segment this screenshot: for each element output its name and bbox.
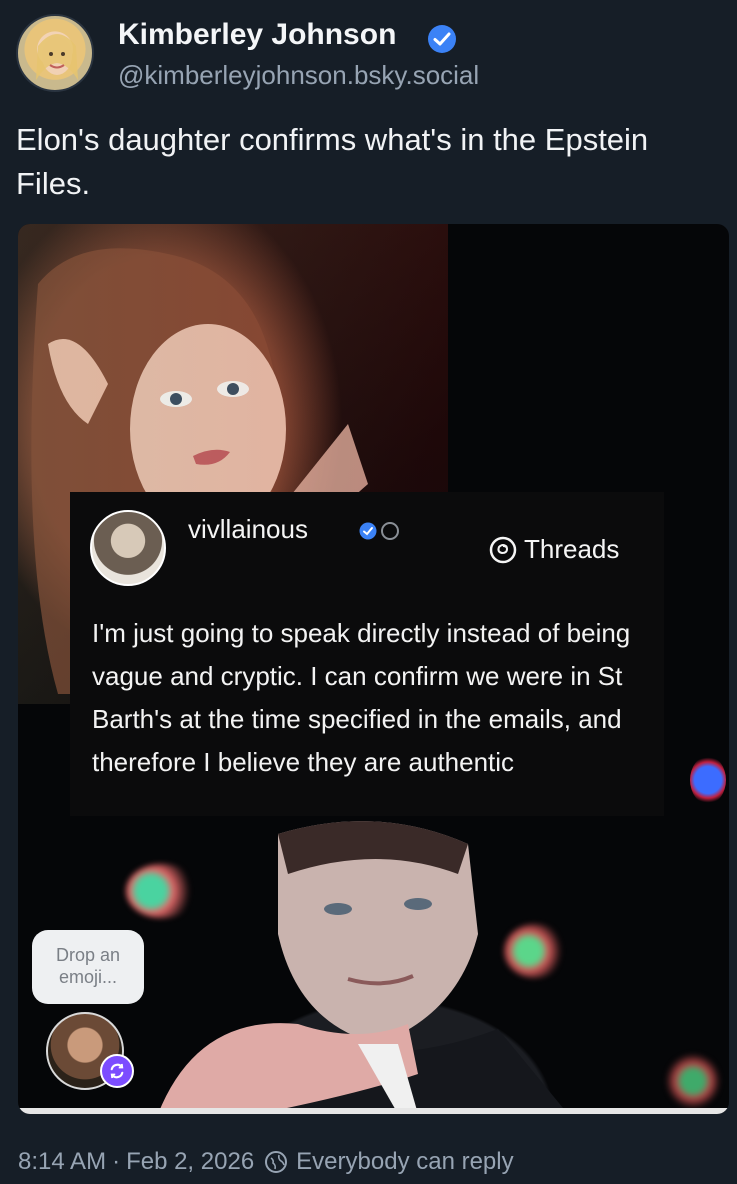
threads-avatar: [90, 510, 166, 586]
post: Kimberley Johnson @kimberleyjohnson.bsky…: [0, 0, 737, 1184]
media-bottom-bar: [18, 1108, 729, 1114]
threads-verified-icon: [359, 522, 377, 540]
avatar-face-icon: [36, 34, 78, 80]
threads-label: Threads: [524, 534, 620, 564]
light-flare: [690, 756, 726, 804]
post-meta: 8:14 AM · Feb 2, 2026 Everybody can repl…: [18, 1148, 514, 1176]
refresh-icon[interactable]: [100, 1054, 134, 1088]
post-time[interactable]: 8:14 AM: [18, 1148, 106, 1176]
threads-platform-badge: Threads: [488, 534, 619, 565]
post-text: Elon's daughter confirms what's in the E…: [16, 122, 649, 201]
author-handle[interactable]: @kimberleyjohnson.bsky.social: [118, 60, 479, 91]
reply-globe-icon: [265, 1151, 288, 1173]
meta-separator: ·: [112, 1148, 121, 1175]
threads-logo-icon: [489, 536, 517, 563]
reply-setting[interactable]: Everybody can reply: [296, 1148, 513, 1176]
post-media-image[interactable]: vivllainous Threads I'm just going to sp…: [18, 224, 729, 1114]
threads-post-text: I'm just going to speak directly instead…: [92, 618, 631, 777]
author-name[interactable]: Kimberley Johnson: [118, 18, 396, 52]
threads-username: vivllainous: [188, 514, 308, 544]
drop-emoji-line: emoji...: [58, 967, 118, 987]
light-flare: [666, 1054, 720, 1108]
drop-emoji-bubble[interactable]: Drop an emoji...: [32, 930, 144, 1004]
drop-emoji-line: Drop an: [55, 945, 121, 965]
post-date[interactable]: Feb 2, 2026: [126, 1148, 254, 1176]
man-photo: [118, 814, 638, 1114]
threads-quote-card: vivllainous Threads I'm just going to sp…: [70, 492, 664, 816]
threads-profile-ring-icon: [381, 522, 399, 540]
verified-check-icon: [428, 25, 456, 53]
author-avatar[interactable]: [16, 14, 94, 92]
man-illustration: [158, 821, 568, 1114]
